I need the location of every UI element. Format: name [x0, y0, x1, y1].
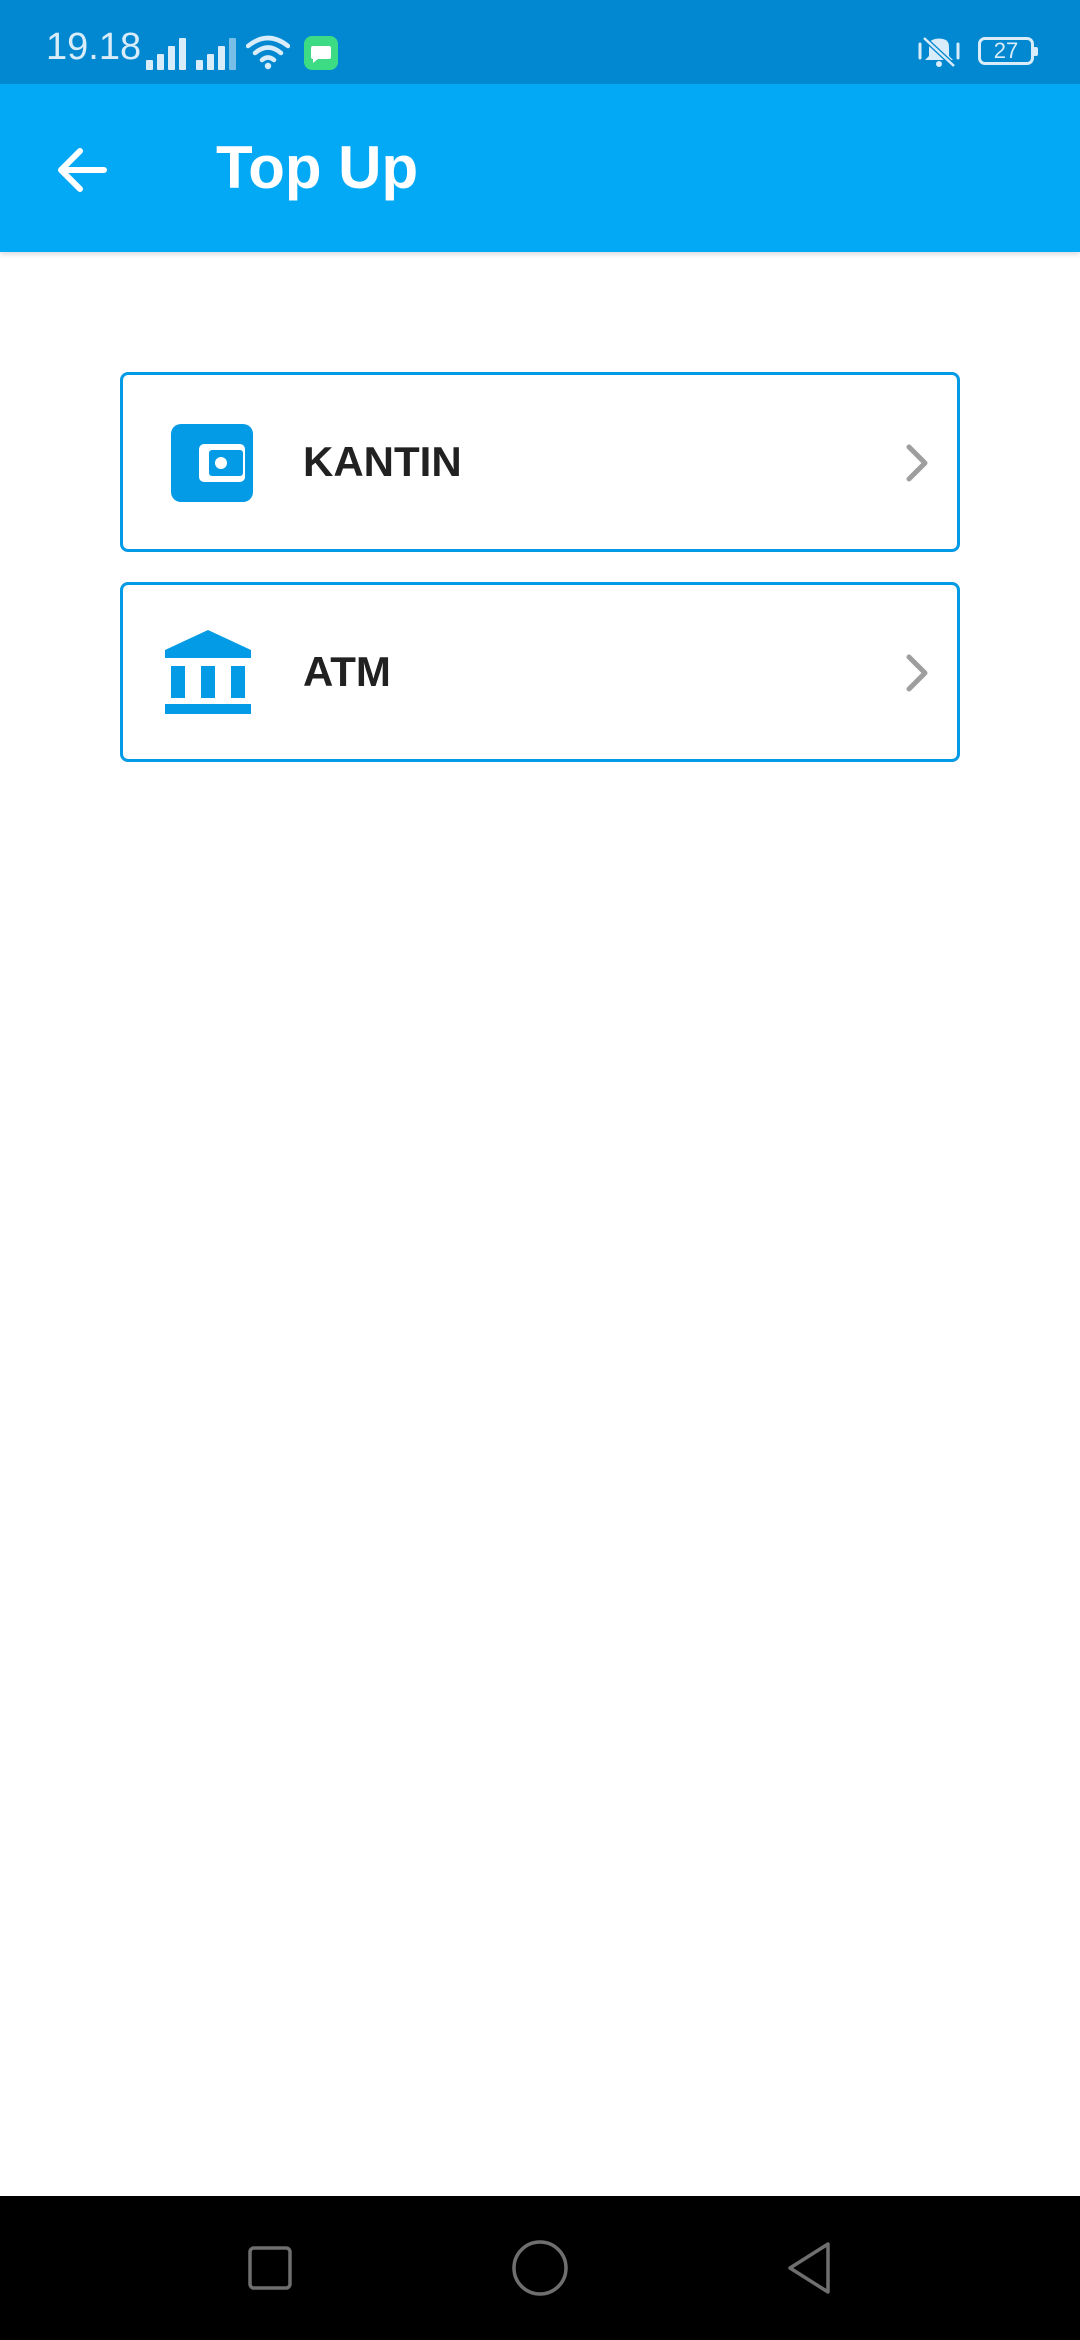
status-left-icons — [146, 30, 338, 70]
signal-icon — [146, 36, 186, 70]
wallet-icon — [171, 424, 253, 502]
vibrate-icon — [918, 36, 960, 68]
battery-icon: 27 — [978, 37, 1038, 65]
chevron-right-icon — [906, 654, 928, 692]
wifi-icon — [246, 35, 290, 70]
recents-button[interactable] — [234, 2232, 306, 2304]
message-icon — [304, 36, 338, 70]
kantin-option[interactable]: KANTIN — [120, 372, 960, 552]
atm-label: ATM — [303, 648, 391, 695]
screen: 19.18 27 Top Up KANTIN ATM — [0, 0, 1080, 2340]
status-right-icons: 27 — [916, 34, 1038, 68]
app-bar: Top Up — [0, 84, 1080, 252]
home-button[interactable] — [504, 2232, 576, 2304]
signal-icon — [196, 36, 236, 70]
bank-icon — [165, 630, 251, 714]
arrow-left-icon — [58, 148, 107, 192]
page-title: Top Up — [216, 134, 419, 201]
status-bar: 19.18 27 — [0, 0, 1080, 84]
nav-back-button[interactable] — [774, 2232, 846, 2304]
chevron-right-icon — [906, 444, 928, 482]
navigation-bar — [0, 2196, 1080, 2340]
home-icon — [512, 2240, 568, 2296]
recents-icon — [248, 2246, 292, 2290]
status-time: 19.18 — [46, 26, 142, 68]
back-triangle-icon — [788, 2242, 830, 2294]
back-button[interactable] — [40, 128, 124, 212]
atm-option[interactable]: ATM — [120, 582, 960, 762]
kantin-label: KANTIN — [303, 438, 462, 485]
